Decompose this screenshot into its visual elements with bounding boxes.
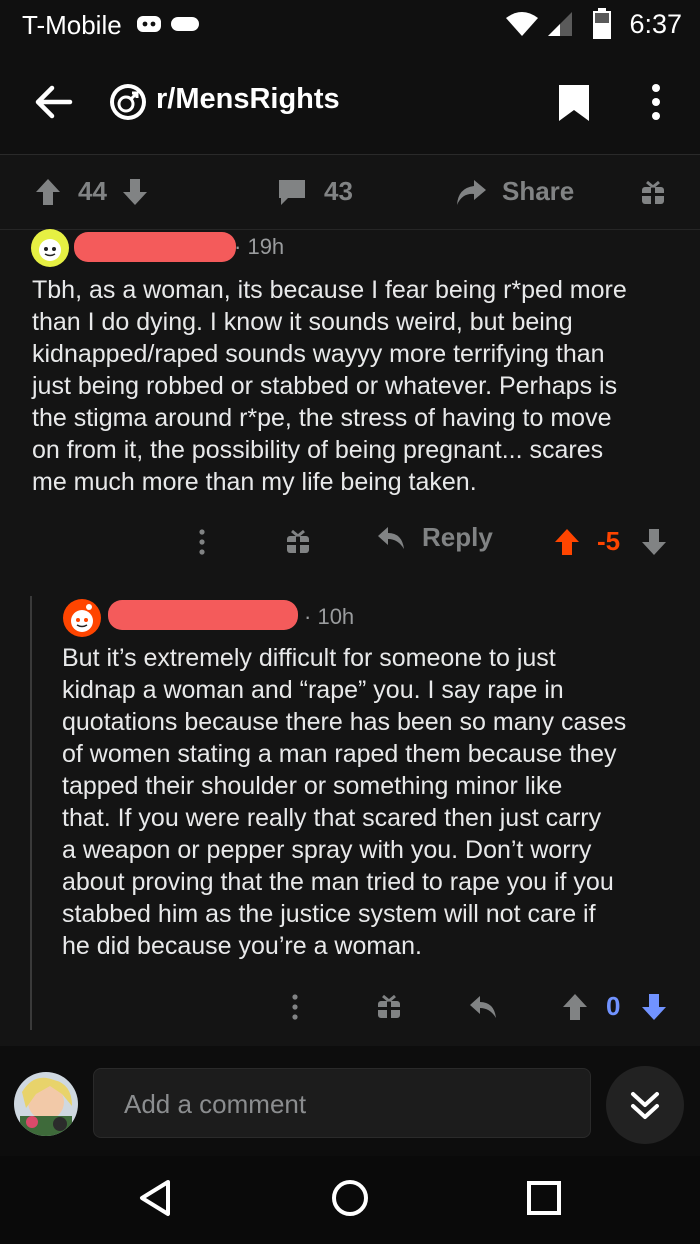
subreddit-name[interactable]: r/MensRights xyxy=(156,83,340,116)
post-vote-group: 44 xyxy=(34,176,149,207)
add-comment-placeholder: Add a comment xyxy=(124,1089,307,1119)
comment-bubble-icon xyxy=(279,179,305,205)
battery-icon xyxy=(593,8,611,39)
comment-line: tapped their shoulder or something minor… xyxy=(62,772,563,800)
comment-time: · 19h xyxy=(234,234,285,259)
comment-line: that. If you were really that scared the… xyxy=(62,804,602,832)
reply-button[interactable]: Reply xyxy=(376,522,493,553)
comment-line: stabbed him as the justice system will n… xyxy=(62,900,596,928)
comment-line: he did because you’re a woman. xyxy=(62,932,422,960)
comment-line: kidnap a woman and “rape” you. I say rap… xyxy=(62,676,564,704)
comment-line: But it’s extremely difficult for someone… xyxy=(62,644,556,672)
comment-1: · 19h Tbh, as a woman, its because I fea… xyxy=(0,226,700,592)
comment-line: the stigma around r*pe, the stress of ha… xyxy=(32,404,612,432)
bookmark-icon[interactable] xyxy=(556,82,592,124)
comment-more-icon[interactable] xyxy=(287,987,303,1027)
award-gift-icon[interactable] xyxy=(640,180,666,206)
downvote-icon[interactable] xyxy=(121,177,149,207)
comment-line: about proving that the man tried to rape… xyxy=(62,868,614,896)
nav-recents-icon[interactable] xyxy=(526,1180,562,1216)
comment-actions: Reply -5 xyxy=(0,522,700,562)
reply-arrow-icon xyxy=(378,526,404,549)
comment-more-icon[interactable] xyxy=(194,522,210,562)
status-bar: T-Mobile 6:37 xyxy=(0,0,700,50)
comment-actions: 0 xyxy=(0,987,700,1027)
comment-line: Tbh, as a woman, its because I fear bein… xyxy=(32,276,627,304)
upvote-icon[interactable] xyxy=(561,992,589,1022)
nav-home-icon[interactable] xyxy=(330,1178,370,1218)
downvote-icon[interactable] xyxy=(640,527,668,557)
post-score: 44 xyxy=(78,176,107,206)
comment-2: · 10h But it’s extremely difficult for s… xyxy=(0,594,700,1044)
comment-line: of women stating a man raped them becaus… xyxy=(62,740,617,768)
comment-line: than I do dying. I know it sounds weird,… xyxy=(32,308,573,336)
share-button[interactable]: Share xyxy=(454,176,574,207)
comment-line: just being robbed or stabbed or whatever… xyxy=(32,372,618,400)
system-nav-bar xyxy=(0,1156,700,1244)
award-gift-icon[interactable] xyxy=(376,994,402,1020)
share-label: Share xyxy=(502,176,575,206)
comment-line: a weapon or pepper spray with you. Don’t… xyxy=(62,836,592,864)
discord-notification-icon xyxy=(137,16,161,32)
comment-line: quotations because there has been so man… xyxy=(62,708,627,736)
comment-composer: Add a comment xyxy=(0,1046,700,1156)
share-arrow-icon xyxy=(457,179,486,205)
comment-time: · 10h xyxy=(304,604,355,629)
subreddit-logo-icon[interactable] xyxy=(108,82,148,122)
comments-button[interactable]: 43 xyxy=(276,176,353,207)
upvote-icon[interactable] xyxy=(34,177,62,207)
back-arrow-icon[interactable] xyxy=(32,80,76,124)
comment-count: 43 xyxy=(324,176,353,206)
carrier-name: T-Mobile xyxy=(22,10,122,40)
subreddit-header: r/MensRights xyxy=(0,50,700,155)
user-avatar-icon[interactable] xyxy=(62,598,102,638)
double-chevron-down-icon xyxy=(631,1092,659,1119)
comment-body: But it’s extremely difficult for someone… xyxy=(62,642,692,962)
upvote-active-icon[interactable] xyxy=(553,527,581,557)
clock: 6:37 xyxy=(629,9,682,39)
comment-score: -5 xyxy=(597,526,621,556)
notification-pill-icon xyxy=(171,17,199,31)
more-options-icon[interactable] xyxy=(640,80,672,124)
comment-line: on from it, the possibility of being pre… xyxy=(32,436,604,464)
my-avatar-icon[interactable] xyxy=(14,1072,78,1136)
wifi-icon xyxy=(506,12,538,36)
reply-label: Reply xyxy=(422,522,493,552)
user-avatar-icon[interactable] xyxy=(30,228,70,268)
downvote-active-icon[interactable] xyxy=(640,992,668,1022)
reply-arrow-icon[interactable] xyxy=(468,994,498,1020)
redacted-username xyxy=(74,232,236,262)
post-action-bar: 44 43 Share xyxy=(0,156,700,230)
comment-time-value: 19h xyxy=(247,234,285,259)
nav-back-icon[interactable] xyxy=(138,1178,174,1218)
comment-body: Tbh, as a woman, its because I fear bein… xyxy=(32,274,682,498)
redacted-username xyxy=(108,600,298,630)
add-comment-input[interactable]: Add a comment xyxy=(93,1068,591,1138)
comment-line: me much more than my life being taken. xyxy=(32,468,477,496)
comment-score: 0 xyxy=(606,991,621,1021)
award-gift-icon[interactable] xyxy=(285,529,311,555)
comment-time-value: 10h xyxy=(317,604,355,629)
collapse-threads-button[interactable] xyxy=(606,1066,684,1144)
comment-line: kidnapped/raped sounds wayyy more terrif… xyxy=(32,340,605,368)
signal-icon xyxy=(548,12,572,36)
